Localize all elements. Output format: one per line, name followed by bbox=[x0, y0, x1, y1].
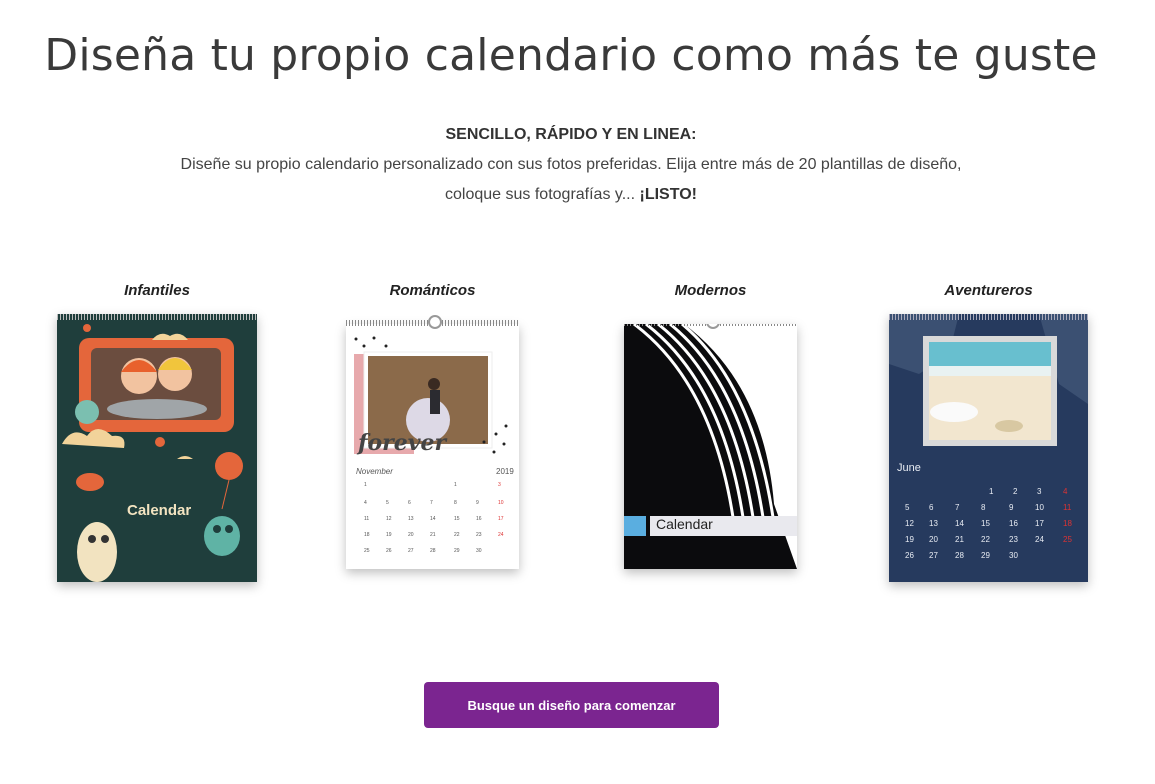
svg-text:9: 9 bbox=[1009, 503, 1014, 512]
svg-text:11: 11 bbox=[1063, 503, 1072, 512]
svg-text:24: 24 bbox=[498, 532, 504, 538]
svg-text:24: 24 bbox=[1035, 535, 1044, 544]
svg-text:14: 14 bbox=[430, 516, 436, 522]
svg-text:22: 22 bbox=[981, 535, 990, 544]
kids-illustration bbox=[62, 324, 243, 582]
calendar-thumbnail-infantiles[interactable]: Calendar bbox=[57, 314, 257, 582]
svg-text:16: 16 bbox=[1009, 519, 1018, 528]
category-label-infantiles: Infantiles bbox=[124, 282, 190, 299]
svg-text:30: 30 bbox=[476, 548, 482, 554]
category-label-romanticos: Románticos bbox=[389, 282, 476, 299]
svg-text:26: 26 bbox=[386, 548, 392, 554]
svg-text:14: 14 bbox=[955, 519, 964, 528]
category-label-aventureros: Aventureros bbox=[944, 282, 1033, 299]
romantic-date-grid: 1 13 4 5 6 7 8 9 10 11 12 13 14 15 16 17 18 19 20 21 22 2… bbox=[364, 482, 504, 554]
svg-text:5: 5 bbox=[905, 503, 910, 512]
svg-text:1: 1 bbox=[989, 487, 994, 496]
svg-text:8: 8 bbox=[981, 503, 986, 512]
svg-text:15: 15 bbox=[454, 516, 460, 522]
page-subtitle: SENCILLO, RÁPIDO Y EN LINEA: bbox=[445, 126, 697, 143]
adventure-month-label: June bbox=[897, 462, 921, 474]
svg-text:20: 20 bbox=[408, 532, 414, 538]
svg-text:1: 1 bbox=[364, 482, 367, 488]
svg-text:17: 17 bbox=[498, 516, 504, 522]
svg-text:18: 18 bbox=[364, 532, 370, 538]
calendar-thumbnail-aventureros[interactable]: June 1234 5 6 7 8 9 10 11 12 13 14 15 16 17 18 19 20 2… bbox=[889, 314, 1088, 582]
description-emphasis: ¡LISTO! bbox=[639, 186, 697, 203]
svg-text:12: 12 bbox=[905, 519, 914, 528]
svg-text:3: 3 bbox=[498, 482, 501, 488]
svg-text:28: 28 bbox=[955, 551, 964, 560]
svg-text:6: 6 bbox=[408, 500, 411, 506]
modern-cover-text: Calendar bbox=[656, 516, 713, 532]
romantic-cover-text: forever bbox=[358, 430, 447, 456]
svg-text:20: 20 bbox=[929, 535, 938, 544]
svg-text:16: 16 bbox=[476, 516, 482, 522]
svg-text:7: 7 bbox=[430, 500, 433, 506]
svg-text:18: 18 bbox=[1063, 519, 1072, 528]
kids-cover-text: Calendar bbox=[127, 502, 192, 519]
svg-text:19: 19 bbox=[905, 535, 914, 544]
calendar-thumbnail-modernos[interactable]: Calendar bbox=[624, 324, 797, 569]
svg-text:29: 29 bbox=[454, 548, 460, 554]
page-description: Diseñe su propio calendario personalizad… bbox=[170, 150, 972, 210]
svg-text:17: 17 bbox=[1035, 519, 1044, 528]
svg-text:19: 19 bbox=[386, 532, 392, 538]
category-label-modernos: Modernos bbox=[674, 282, 747, 299]
start-design-button[interactable]: Busque un diseño para comenzar bbox=[424, 682, 719, 728]
svg-text:25: 25 bbox=[1063, 535, 1072, 544]
svg-text:3: 3 bbox=[1037, 487, 1042, 496]
svg-text:22: 22 bbox=[454, 532, 460, 538]
page-title: Diseña tu propio calendario como más te … bbox=[44, 30, 1098, 81]
svg-text:28: 28 bbox=[430, 548, 436, 554]
svg-text:30: 30 bbox=[1009, 551, 1018, 560]
svg-text:21: 21 bbox=[430, 532, 436, 538]
svg-text:9: 9 bbox=[476, 500, 479, 506]
svg-text:13: 13 bbox=[929, 519, 938, 528]
svg-text:26: 26 bbox=[905, 551, 914, 560]
svg-text:29: 29 bbox=[981, 551, 990, 560]
svg-text:23: 23 bbox=[1009, 535, 1018, 544]
svg-text:10: 10 bbox=[1035, 503, 1044, 512]
svg-text:27: 27 bbox=[929, 551, 938, 560]
svg-text:6: 6 bbox=[929, 503, 934, 512]
svg-text:13: 13 bbox=[408, 516, 414, 522]
modern-illustration bbox=[624, 324, 797, 569]
svg-text:2: 2 bbox=[1013, 487, 1018, 496]
svg-text:21: 21 bbox=[955, 535, 964, 544]
adventure-date-grid: 1234 5 6 7 8 9 10 11 12 13 14 15 16 17 18 19 20 21 22 23… bbox=[905, 487, 1072, 560]
svg-text:4: 4 bbox=[364, 500, 367, 506]
svg-text:25: 25 bbox=[364, 548, 370, 554]
calendar-thumbnail-romanticos[interactable]: forever November 2019 1 13 4 5 6 7 8 9 10 11 12… bbox=[346, 315, 519, 569]
svg-text:11: 11 bbox=[364, 516, 369, 522]
svg-text:12: 12 bbox=[386, 516, 392, 522]
svg-text:7: 7 bbox=[955, 503, 960, 512]
svg-text:8: 8 bbox=[454, 500, 457, 506]
svg-text:10: 10 bbox=[498, 500, 504, 506]
svg-text:27: 27 bbox=[408, 548, 414, 554]
svg-text:15: 15 bbox=[981, 519, 990, 528]
svg-text:23: 23 bbox=[476, 532, 482, 538]
description-text: Diseñe su propio calendario personalizad… bbox=[180, 156, 962, 203]
svg-text:4: 4 bbox=[1063, 487, 1068, 496]
svg-text:1: 1 bbox=[454, 482, 457, 488]
svg-text:5: 5 bbox=[386, 500, 389, 506]
